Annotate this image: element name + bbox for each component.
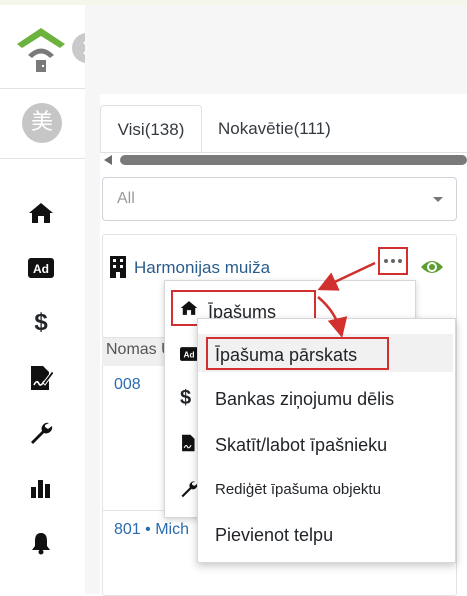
more-options-button[interactable] — [378, 247, 408, 275]
more-dots-icon — [384, 259, 388, 263]
dollar-icon: $ — [34, 309, 48, 336]
eye-icon[interactable] — [420, 257, 444, 277]
building-icon — [110, 256, 126, 278]
tabs-divider — [100, 152, 467, 153]
scroll-left-arrow-icon[interactable] — [104, 155, 112, 165]
filter-select-value: All — [117, 190, 135, 207]
sidebar-item-ads[interactable]: Ad — [27, 255, 55, 281]
wrench-icon — [181, 481, 198, 498]
home-icon — [29, 203, 53, 223]
ad-icon-text: Ad — [33, 262, 49, 276]
sidebar-divider — [0, 158, 85, 159]
horizontal-scrollbar[interactable] — [104, 155, 467, 165]
logo-icon[interactable] — [15, 22, 67, 72]
tab-all[interactable]: Visi(138) — [100, 105, 202, 153]
filter-select[interactable]: All — [102, 177, 457, 221]
menu-item-add-unit[interactable]: Pievienot telpu — [215, 525, 333, 546]
sidebar-item-contracts[interactable] — [27, 365, 55, 391]
contract-icon — [31, 366, 53, 390]
more-dots-icon — [398, 259, 402, 263]
ad-icon: Ad — [180, 347, 198, 361]
avatar[interactable]: 美 — [22, 103, 62, 143]
menu-item-view-edit-owner[interactable]: Skatīt/labot īpašnieku — [215, 435, 387, 456]
sidebar-item-maintenance[interactable] — [27, 420, 55, 446]
sidebar-item-notifications[interactable] — [27, 530, 55, 556]
menu-item-edit-property-object[interactable]: Rediģēt īpašuma objektu — [215, 481, 381, 498]
tab-overdue[interactable]: Nokavētie(111) — [218, 105, 331, 152]
ad-icon: Ad — [28, 258, 54, 278]
annotation-highlight-box — [206, 337, 389, 370]
column-header: Nomas U — [106, 341, 173, 358]
dollar-icon: $ — [180, 387, 192, 409]
scrollbar-thumb[interactable] — [120, 155, 467, 165]
unit-link[interactable]: 801 • Mich — [114, 521, 189, 539]
sidebar-divider — [0, 88, 85, 89]
sidebar — [0, 5, 86, 594]
property-name-link[interactable]: Harmonijas muiža — [134, 258, 270, 278]
more-dots-icon — [391, 259, 395, 263]
wrench-icon — [31, 422, 53, 444]
sidebar-item-reports[interactable] — [27, 475, 55, 501]
unit-link[interactable]: 008 — [114, 376, 141, 394]
contract-icon — [182, 434, 195, 452]
bell-icon — [32, 533, 50, 555]
ad-icon-text: Ad — [183, 349, 194, 359]
bar-chart-icon — [31, 480, 50, 498]
chevron-down-icon — [433, 197, 443, 202]
sidebar-item-home[interactable] — [27, 200, 55, 226]
menu-item-bank-statements-board[interactable]: Bankas ziņojumu dēlis — [215, 389, 394, 410]
sidebar-item-finance[interactable]: $ — [27, 309, 55, 336]
